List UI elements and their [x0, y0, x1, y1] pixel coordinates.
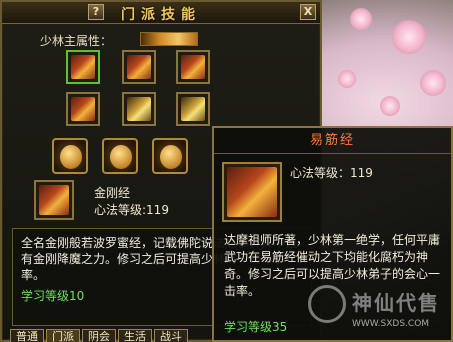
- tab-gang[interactable]: 阴会: [82, 329, 116, 342]
- blossom: [392, 20, 426, 54]
- selected-skill-icon: [34, 180, 74, 220]
- window-title: 门派技能: [121, 7, 201, 23]
- selected-skill-name: 金刚经: [94, 186, 131, 200]
- skill-slot[interactable]: [66, 50, 100, 84]
- tooltip-book-icon: [222, 162, 282, 222]
- fist-skill-icon[interactable]: [52, 138, 88, 174]
- skill-slot[interactable]: [122, 92, 156, 126]
- tab-sect[interactable]: 门派: [46, 329, 80, 342]
- skill-slot[interactable]: [122, 50, 156, 84]
- logo-brand: 神仙代售: [352, 291, 440, 315]
- close-button[interactable]: X: [300, 4, 316, 20]
- sect-attr-bar: [140, 32, 198, 46]
- sect-attr-label: 少林主属性：: [40, 34, 113, 48]
- blossom: [350, 8, 372, 30]
- tab-normal[interactable]: 普通: [10, 329, 44, 342]
- tooltip-level: 心法等级：119: [290, 166, 373, 180]
- skull-skill-icon[interactable]: [102, 138, 138, 174]
- category-tabs: 普通 门派 阴会 生活 战斗: [10, 329, 188, 342]
- tooltip-title: 易筋经: [309, 133, 355, 148]
- tab-life[interactable]: 生活: [118, 329, 152, 342]
- tab-combat[interactable]: 战斗: [154, 329, 188, 342]
- skill-slot[interactable]: [176, 50, 210, 84]
- watermark-logo: 神仙代售 WWW.SXDS.COM: [308, 285, 450, 339]
- skill-slot[interactable]: [176, 92, 210, 126]
- tooltip-header: 易筋经: [214, 128, 451, 154]
- logo-url: WWW.SXDS.COM: [352, 319, 430, 329]
- logo-icon: [308, 285, 346, 323]
- blossom: [420, 70, 446, 96]
- buddha-skill-icon[interactable]: [152, 138, 188, 174]
- title-bar[interactable]: ? 门派技能 X: [2, 2, 320, 24]
- skill-slot[interactable]: [66, 92, 100, 126]
- blossom: [338, 70, 356, 88]
- selected-skill-level: 心法等级:119: [94, 203, 169, 217]
- tooltip-requirement: 学习等级35: [224, 320, 288, 334]
- blossom: [380, 96, 400, 116]
